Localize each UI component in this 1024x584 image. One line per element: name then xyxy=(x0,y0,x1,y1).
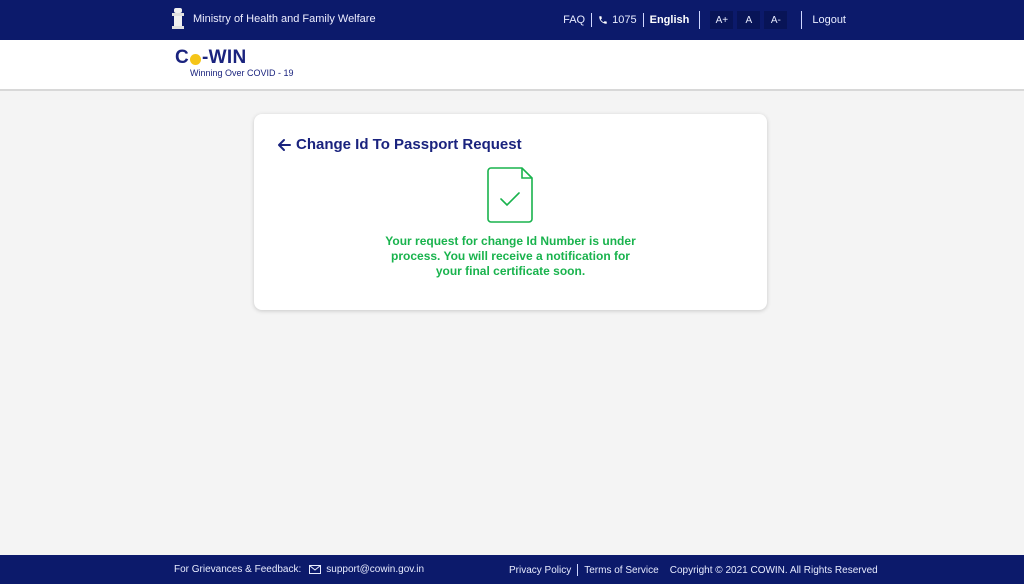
ministry-name: Ministry of Health and Family Welfare xyxy=(193,13,376,25)
status-message: Your request for change Id Number is und… xyxy=(254,234,767,279)
support-email-link[interactable]: support@cowin.gov.in xyxy=(309,564,424,575)
grievance-label: For Grievances & Feedback: xyxy=(174,564,302,575)
footer-links: Privacy Policy Terms of Service Copyrigh… xyxy=(509,564,878,576)
privacy-policy-link[interactable]: Privacy Policy xyxy=(509,565,571,576)
language-selector[interactable]: English xyxy=(650,14,690,26)
brand-bar: C -WIN Winning Over COVID - 19 xyxy=(0,40,1024,91)
cowin-logo[interactable]: C -WIN xyxy=(175,47,247,69)
phone-icon xyxy=(599,16,607,24)
logo-tagline: Winning Over COVID - 19 xyxy=(190,68,294,78)
mail-icon xyxy=(309,565,322,574)
logo-plus-icon xyxy=(190,53,202,65)
faq-link[interactable]: FAQ xyxy=(563,14,585,26)
document-check-icon xyxy=(487,167,533,223)
logo-text-prefix: C xyxy=(175,47,190,68)
logo-text-suffix: -WIN xyxy=(202,47,247,68)
divider xyxy=(577,564,579,576)
terms-of-service-link[interactable]: Terms of Service xyxy=(584,565,658,576)
footer: For Grievances & Feedback: support@cowin… xyxy=(0,555,1024,584)
support-email: support@cowin.gov.in xyxy=(326,564,425,575)
helpline-number: 1075 xyxy=(612,14,637,26)
status-message-line: your final certificate soon. xyxy=(435,264,586,278)
grievance-info: For Grievances & Feedback: support@cowin… xyxy=(174,564,424,575)
logout-link[interactable]: Logout xyxy=(812,14,846,26)
copyright-text: Copyright © 2021 COWIN. All Rights Reser… xyxy=(669,564,878,576)
font-normal-button[interactable]: A xyxy=(737,11,761,29)
page-title: Change Id To Passport Request xyxy=(276,136,522,153)
divider xyxy=(642,13,644,27)
status-message-line: process. You will receive a notification… xyxy=(391,249,630,263)
top-bar: Ministry of Health and Family Welfare FA… xyxy=(0,0,1024,40)
page-title-text: Change Id To Passport Request xyxy=(296,136,522,153)
font-increase-button[interactable]: A+ xyxy=(710,11,734,29)
national-emblem-icon xyxy=(172,8,184,29)
divider xyxy=(801,11,803,29)
divider xyxy=(591,13,593,27)
divider xyxy=(699,11,701,29)
request-status-card: Change Id To Passport Request Your reque… xyxy=(254,114,767,310)
back-arrow-icon[interactable] xyxy=(276,137,292,153)
top-nav: FAQ 1075 English A+ A A- Logout xyxy=(563,0,846,40)
font-decrease-button[interactable]: A- xyxy=(764,11,788,29)
helpline-link[interactable]: 1075 xyxy=(598,14,637,26)
status-message-line: Your request for change Id Number is und… xyxy=(385,234,636,248)
